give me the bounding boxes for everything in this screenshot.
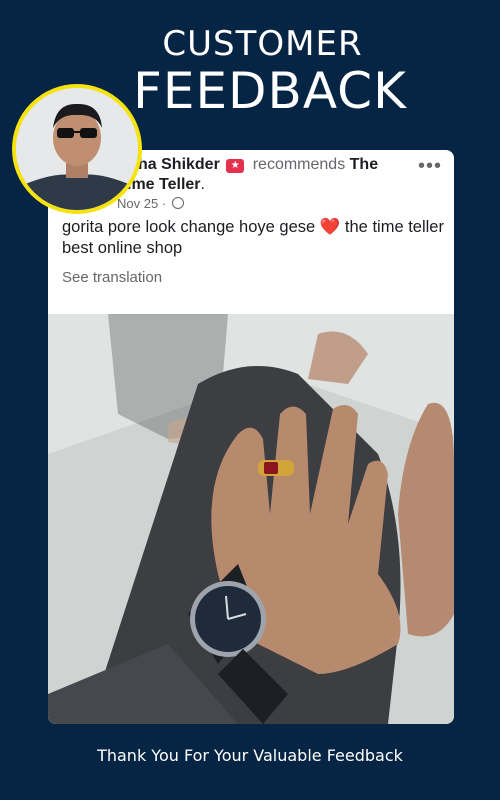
meta-separator: · bbox=[161, 196, 167, 211]
heart-emoji-icon: ❤️ bbox=[319, 218, 341, 236]
page-name[interactable]: ime Teller bbox=[127, 176, 201, 193]
post-date[interactable]: Nov 25 bbox=[117, 196, 158, 211]
globe-icon bbox=[171, 197, 184, 209]
page-name-start[interactable]: The bbox=[350, 156, 378, 173]
title-customer: CUSTOMER bbox=[162, 24, 363, 64]
photo-illustration bbox=[48, 314, 454, 724]
customer-avatar bbox=[12, 84, 142, 214]
feedback-post-card: ha Shikder ★ recommends The ime Teller. … bbox=[48, 150, 454, 724]
author-line: ha Shikder ★ recommends The bbox=[138, 155, 378, 175]
page-name-line: ime Teller. bbox=[127, 175, 205, 195]
post-text-part1: gorita pore look change hoye gese bbox=[62, 218, 316, 236]
recommend-badge-icon: ★ bbox=[226, 159, 245, 173]
post-photo[interactable] bbox=[48, 314, 454, 724]
post-text: gorita pore look change hoye gese ❤️ the… bbox=[62, 217, 448, 259]
page-name-end: . bbox=[200, 176, 205, 193]
thank-you-footer: Thank You For Your Valuable Feedback bbox=[97, 746, 403, 765]
post-meta: Nov 25 · bbox=[117, 195, 184, 213]
see-translation-link[interactable]: See translation bbox=[62, 268, 162, 288]
recommends-label: recommends bbox=[252, 156, 346, 173]
more-options-icon[interactable]: ••• bbox=[418, 156, 442, 176]
author-name[interactable]: ha Shikder bbox=[138, 156, 220, 173]
avatar-illustration bbox=[16, 88, 138, 210]
